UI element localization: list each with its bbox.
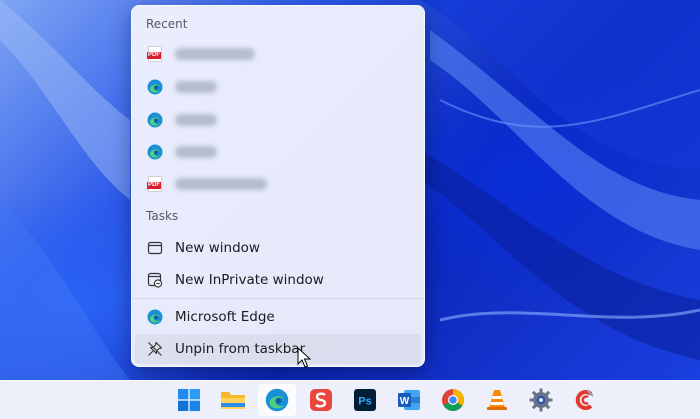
recent-item[interactable] — [135, 137, 421, 167]
vlc-button[interactable] — [478, 384, 516, 416]
edge-jump-list: Recent PDF PDF Tasks New window New InPr… — [131, 5, 425, 367]
unpin-from-taskbar-label: Unpin from taskbar — [175, 341, 306, 357]
windows-logo-icon — [178, 389, 200, 411]
microsoft-edge-taskbar-button[interactable] — [258, 384, 296, 416]
microsoft-edge-label: Microsoft Edge — [175, 309, 275, 325]
recent-item[interactable] — [135, 72, 421, 102]
wps-s-icon — [310, 389, 332, 411]
pdf-icon: PDF — [147, 46, 163, 62]
svg-text:W: W — [400, 396, 410, 407]
file-explorer-button[interactable] — [214, 384, 252, 416]
menu-divider — [132, 298, 424, 299]
new-window-item[interactable]: New window — [135, 233, 421, 263]
new-inprivate-window-item[interactable]: New InPrivate window — [135, 265, 421, 295]
pdf-icon: PDF — [147, 176, 163, 192]
edge-icon — [147, 144, 163, 160]
recent-item-label-redacted — [175, 178, 267, 190]
edge-icon — [265, 388, 289, 412]
edge-icon — [147, 309, 163, 325]
vlc-cone-icon — [487, 390, 507, 410]
window-icon — [147, 240, 163, 256]
taskbar: Ps W — [0, 380, 700, 419]
wps-office-button[interactable] — [302, 384, 340, 416]
open-microsoft-edge-item[interactable]: Microsoft Edge — [135, 302, 421, 332]
recent-item[interactable]: PDF — [135, 39, 421, 69]
mouse-pointer-icon — [297, 347, 311, 368]
unpin-icon — [147, 341, 163, 357]
recent-item-label-redacted — [175, 114, 217, 126]
recent-item[interactable] — [135, 105, 421, 135]
word-icon: W — [398, 390, 420, 410]
new-inprivate-window-label: New InPrivate window — [175, 272, 324, 288]
desktop-wallpaper: Recent PDF PDF Tasks New window New InPr… — [0, 0, 700, 380]
photoshop-icon: Ps — [354, 389, 376, 411]
edge-icon — [147, 112, 163, 128]
tasks-section-label: Tasks — [146, 209, 179, 223]
edge-icon — [147, 79, 163, 95]
unpin-from-taskbar-item[interactable]: Unpin from taskbar — [135, 334, 421, 364]
recent-item-label-redacted — [175, 48, 255, 60]
gear-icon — [529, 388, 553, 412]
word-button[interactable]: W — [390, 384, 428, 416]
chrome-button[interactable] — [434, 384, 472, 416]
recent-item-label-redacted — [175, 146, 217, 158]
recent-item[interactable]: PDF — [135, 169, 421, 199]
start-button[interactable] — [170, 384, 208, 416]
inprivate-window-icon — [147, 272, 163, 288]
recent-section-label: Recent — [146, 17, 188, 31]
settings-button[interactable] — [522, 384, 560, 416]
recent-item-label-redacted — [175, 81, 217, 93]
folder-icon — [221, 392, 245, 409]
photoshop-button[interactable]: Ps — [346, 384, 384, 416]
new-window-label: New window — [175, 240, 260, 256]
svg-text:Ps: Ps — [358, 396, 371, 408]
chrome-icon — [442, 389, 464, 411]
ccleaner-button[interactable] — [566, 384, 604, 416]
ccleaner-icon — [575, 389, 594, 410]
